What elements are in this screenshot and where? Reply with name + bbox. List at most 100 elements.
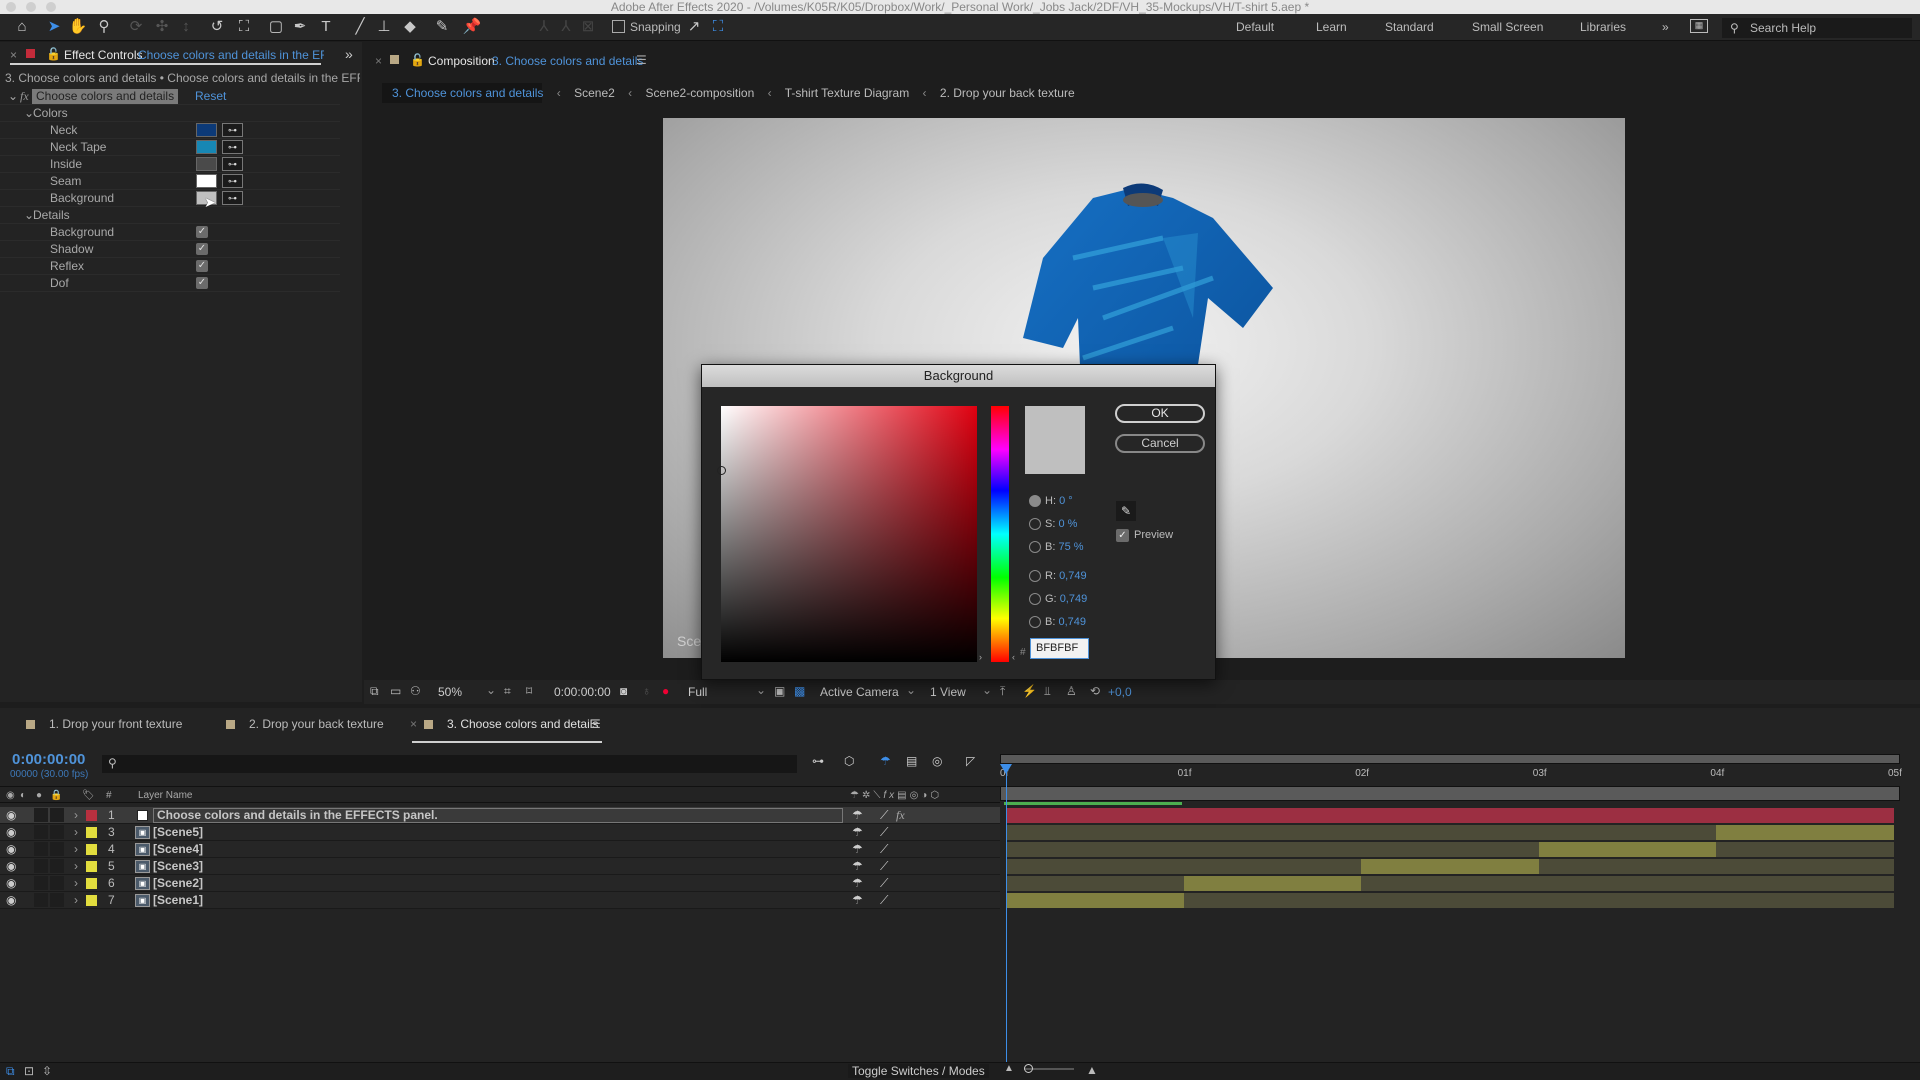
hex-input[interactable]: BFBFBF bbox=[1030, 638, 1089, 659]
current-time-display[interactable]: 0:00:00:00 bbox=[554, 685, 611, 699]
hue-field[interactable]: H: 0 ° bbox=[1045, 495, 1073, 507]
red-value[interactable]: 0,749 bbox=[1059, 570, 1087, 582]
preview-checkbox[interactable]: ✓ bbox=[1116, 529, 1129, 542]
layer-duration-bar[interactable] bbox=[1006, 808, 1894, 823]
brush-tool-icon[interactable]: ╱ bbox=[350, 17, 370, 37]
quality-switch-icon[interactable]: ⟋ bbox=[880, 858, 888, 875]
snapping-checkbox[interactable] bbox=[612, 20, 625, 33]
puppet-tool-icon[interactable]: 📌 bbox=[462, 17, 482, 37]
composition-name-link[interactable]: 3. Choose colors and details bbox=[492, 54, 643, 68]
shy-switch-icon[interactable]: ☂ bbox=[852, 892, 863, 909]
timeline-tab-choose-colors[interactable]: 3. Choose colors and details bbox=[424, 717, 598, 731]
camera-view-dropdown[interactable]: Active Camera bbox=[820, 685, 899, 699]
expand-layer-chevron-icon[interactable]: › bbox=[74, 875, 78, 892]
quality-switch-icon[interactable]: ⟋ bbox=[880, 841, 888, 858]
layer-switches-icon[interactable]: ⧉ bbox=[6, 1064, 15, 1079]
shy-switch-icon[interactable]: ☂ bbox=[852, 807, 863, 824]
current-time-indicator[interactable] bbox=[1006, 764, 1007, 1064]
type-tool-icon[interactable]: T bbox=[316, 17, 336, 37]
lock-toggle[interactable] bbox=[50, 893, 64, 907]
cancel-button[interactable]: Cancel bbox=[1115, 434, 1205, 453]
layer-duration-bar[interactable] bbox=[1183, 876, 1362, 891]
work-area-navigator[interactable] bbox=[1000, 754, 1900, 764]
effect-name[interactable]: Choose colors and details bbox=[32, 89, 179, 104]
fx-icon[interactable]: fx bbox=[20, 88, 29, 105]
grid-guides-icon[interactable]: ⌗ bbox=[504, 684, 511, 699]
lock-header-icon[interactable]: 🔒 bbox=[50, 787, 62, 804]
layer-name-header[interactable]: Layer Name bbox=[138, 787, 192, 804]
magnification-dropdown[interactable]: 50% bbox=[438, 685, 462, 699]
snapshot-camera-icon[interactable]: ◙ bbox=[620, 684, 627, 698]
ok-button[interactable]: OK bbox=[1115, 404, 1205, 423]
shy-switch-icon[interactable]: ☂ bbox=[852, 841, 863, 858]
lock-toggle[interactable] bbox=[50, 842, 64, 856]
timeline-tab-back-texture[interactable]: 2. Drop your back texture bbox=[226, 717, 384, 731]
transfer-controls-icon[interactable]: ⊡ bbox=[24, 1064, 34, 1078]
minimize-window-button[interactable] bbox=[26, 2, 36, 12]
layer-row[interactable]: ◉ › 5 ▣ [Scene3] ☂ ⟋ bbox=[0, 858, 1000, 875]
lock-toggle[interactable] bbox=[50, 825, 64, 839]
color-swatch-neck[interactable] bbox=[196, 123, 217, 137]
layer-name[interactable]: [Scene5] bbox=[153, 824, 203, 841]
show-snapshot-icon[interactable]: ♁ bbox=[642, 684, 651, 698]
layer-label-color[interactable] bbox=[86, 861, 97, 872]
pan-camera-icon[interactable]: ✣ bbox=[152, 17, 172, 37]
motion-blur-icon[interactable]: ◎ bbox=[932, 754, 942, 768]
rotation-tool-icon[interactable]: ↺ bbox=[207, 17, 227, 37]
shy-layers-icon[interactable]: ☂ bbox=[880, 754, 891, 768]
color-swatch-neck-tape[interactable] bbox=[196, 140, 217, 154]
zoom-in-icon[interactable]: ▲ bbox=[1086, 1063, 1098, 1077]
zoom-window-button[interactable] bbox=[46, 2, 56, 12]
time-ruler[interactable]: 0f 01f 02f 03f 04f 05f bbox=[1000, 766, 1902, 786]
solo-toggle[interactable] bbox=[34, 808, 48, 822]
solo-header-icon[interactable]: ● bbox=[36, 787, 42, 804]
layer-search-input[interactable]: ⚲ bbox=[102, 755, 797, 773]
layer-duration-bar[interactable] bbox=[1538, 842, 1717, 857]
color-swatch-seam[interactable] bbox=[196, 174, 217, 188]
search-help-input[interactable]: ⚲ Search Help bbox=[1722, 18, 1912, 38]
zoom-tool-icon[interactable]: ⚲ bbox=[94, 17, 114, 37]
draft-3d-icon[interactable]: ⬡ bbox=[844, 754, 854, 768]
clone-stamp-tool-icon[interactable]: ⊥ bbox=[374, 17, 394, 37]
current-time-display[interactable]: 0:00:00:00 bbox=[12, 751, 85, 768]
fx-switch-icon[interactable]: fx bbox=[896, 807, 905, 824]
expand-layer-chevron-icon[interactable]: › bbox=[74, 892, 78, 909]
timeline-icon[interactable]: ⫫ bbox=[1044, 684, 1051, 699]
layer-duration-bar[interactable] bbox=[1361, 859, 1539, 874]
quality-switch-icon[interactable]: ⟋ bbox=[880, 892, 888, 909]
pen-tool-icon[interactable]: ✒ bbox=[290, 17, 310, 37]
expand-layer-chevron-icon[interactable]: › bbox=[74, 807, 78, 824]
selection-tool-icon[interactable]: ➤ bbox=[44, 17, 64, 37]
workspace-libraries[interactable]: Libraries bbox=[1580, 20, 1626, 34]
eyedropper-icon[interactable]: ⊶ bbox=[222, 123, 243, 137]
work-area-bar[interactable] bbox=[1000, 786, 1900, 801]
eraser-tool-icon[interactable]: ◆ bbox=[400, 17, 420, 37]
saturation-brightness-field[interactable] bbox=[717, 406, 977, 662]
toggle-pixel-aspect-icon[interactable]: ⤒ bbox=[1000, 684, 1005, 699]
solo-toggle[interactable] bbox=[34, 825, 48, 839]
eye-visibility-icon[interactable]: ◉ bbox=[6, 824, 16, 841]
workspace-layout-icon[interactable]: ▦ bbox=[1690, 19, 1708, 33]
radio-green[interactable] bbox=[1029, 593, 1041, 605]
in-out-icon[interactable]: ⇳ bbox=[42, 1064, 52, 1078]
solo-toggle[interactable] bbox=[34, 842, 48, 856]
more-workspaces-icon[interactable]: » bbox=[1662, 20, 1669, 34]
solo-toggle[interactable] bbox=[34, 859, 48, 873]
audio-header-icon[interactable]: ◐ bbox=[20, 787, 26, 804]
hue-slider-right-arrow-icon[interactable]: ‹ bbox=[1012, 652, 1015, 662]
layer-duration-bar[interactable] bbox=[1716, 825, 1894, 840]
green-field[interactable]: G: 0,749 bbox=[1045, 593, 1087, 605]
red-field[interactable]: R: 0,749 bbox=[1045, 570, 1087, 582]
detail-checkbox-background[interactable]: ✓ bbox=[196, 226, 208, 238]
mask-view-icon[interactable]: ⚇ bbox=[410, 684, 421, 698]
solo-toggle[interactable] bbox=[34, 876, 48, 890]
detail-checkbox-reflex[interactable]: ✓ bbox=[196, 260, 208, 272]
layer-row[interactable]: ◉ › 1 Choose colors and details in the EFFE… bbox=[0, 807, 1000, 824]
radio-brightness[interactable] bbox=[1029, 541, 1041, 553]
dolly-camera-icon[interactable]: ↕ bbox=[176, 17, 196, 37]
close-window-button[interactable] bbox=[6, 2, 16, 12]
timeline-zoom-handle[interactable] bbox=[1024, 1064, 1033, 1073]
layer-row[interactable]: ◉ › 4 ▣ [Scene4] ☂ ⟋ bbox=[0, 841, 1000, 858]
brightness-value[interactable]: 75 % bbox=[1058, 541, 1083, 553]
eyedropper-icon[interactable]: ⊶ bbox=[222, 174, 243, 188]
